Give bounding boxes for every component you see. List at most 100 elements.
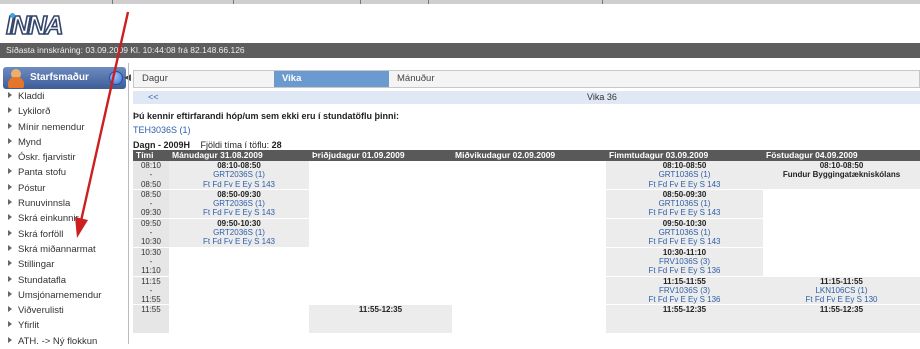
tab-dagur[interactable]: Dagur (134, 71, 274, 87)
class-cell: Fundur Byggingatækniskólans (763, 170, 920, 180)
slot-end: 11:55 (133, 295, 169, 305)
slot-dash: - (133, 256, 169, 267)
sidebar-item[interactable]: Skrá miðannarmat (6, 242, 128, 257)
sidebar-item[interactable]: Panta stofu (6, 165, 128, 180)
slot-start: 08:10 (133, 161, 169, 171)
empty-cell (309, 208, 452, 219)
tab-manudur[interactable]: Mánuður (389, 71, 529, 87)
class-cell: FRV1036S (3) (606, 256, 763, 267)
empty-cell (452, 179, 606, 190)
class-time: 10:30-11:10 (662, 247, 707, 257)
menu-bullet-icon (8, 260, 12, 267)
sidebar-item-label: Panta stofu (18, 167, 67, 179)
prev-week-link[interactable]: << (148, 91, 159, 104)
sidebar-item[interactable]: Póstur (6, 181, 128, 196)
empty-cell (763, 228, 920, 238)
empty-cell (452, 208, 606, 219)
class-group[interactable]: GRT2036S (1) (213, 199, 265, 208)
class-group[interactable]: Fundur Byggingatækniskólans (783, 170, 900, 179)
class-cell: GRT1036S (1) (606, 170, 763, 180)
sidebar-item[interactable]: Óskr. fjarvistir (6, 150, 128, 165)
sidebar-item-label: Umsjónarnemendur (18, 289, 102, 301)
sidebar-item[interactable]: Stillingar (6, 257, 128, 272)
column-header: Mánudagur 31.08.2009 (169, 150, 309, 161)
class-room[interactable]: Ft Fd Fv E Ey S 143 (203, 237, 275, 246)
slot-end: 08:50 (133, 179, 169, 190)
class-time: 11:15-11:55 (820, 276, 863, 286)
class-time: 08:10-08:50 (662, 161, 707, 170)
slot-dash: - (133, 170, 169, 180)
empty-cell (309, 285, 452, 296)
class-room[interactable]: Ft Fd Fv E Ey S 143 (648, 237, 720, 246)
class-group[interactable]: LKN106CS (1) (815, 286, 867, 295)
empty-cell (763, 217, 920, 229)
class-room[interactable]: Ft Fd Fv E Ey S 143 (203, 208, 275, 217)
sidebar-item[interactable]: Skrá einkunnir (6, 211, 128, 226)
sidebar-item[interactable]: Umsjónarnemendur (6, 288, 128, 303)
help-icon[interactable] (109, 71, 123, 85)
role-header[interactable]: Starfsmaður (3, 67, 126, 89)
app-logo[interactable]: INNA (5, 9, 64, 41)
schedule-table: Tími Mánudagur 31.08.2009 Þriðjudagur 01.0… (133, 150, 920, 334)
menu-bullet-icon (8, 275, 12, 282)
sidebar: Starfsmaður ◀ KladdiLykilorðMínir nemend… (0, 63, 131, 347)
sidebar-item[interactable]: ATH. -> Ný flokkun (6, 334, 128, 349)
menu-bullet-icon (8, 137, 12, 144)
sidebar-item-label: Runuvinnsla (18, 198, 71, 210)
sidebar-item[interactable]: Runuvinnsla (6, 196, 128, 211)
slot-dash: - (133, 228, 169, 238)
class-cell: 11:15-11:55 (606, 275, 763, 286)
sidebar-item[interactable]: Mynd (6, 135, 128, 150)
class-group[interactable]: FRV1036S (3) (659, 257, 710, 266)
sidebar-item-label: Skrá forföll (18, 228, 64, 240)
empty-cell (309, 275, 452, 286)
tab-vika[interactable]: Vika (274, 71, 389, 87)
class-room[interactable]: Ft Fd Fv E Ey S 136 (648, 295, 720, 304)
empty-cell (309, 295, 452, 305)
class-group[interactable]: GRT2036S (1) (213, 228, 265, 237)
empty-cell (309, 217, 452, 229)
class-time: 11:55-12:35 (358, 305, 403, 315)
empty-cell (309, 266, 452, 277)
term-summary: Dagn - 2009H Fjöldi tíma í töflu: 28 (133, 140, 282, 150)
empty-cell (452, 324, 606, 334)
last-login-bar: Síðasta innskráning: 03.09.2009 Kl. 10:4… (0, 43, 920, 58)
group-link[interactable]: TEH3036S (1) (133, 125, 191, 135)
class-group[interactable]: GRT1036S (1) (659, 199, 711, 208)
class-room[interactable]: Ft Fd Fv E Ey S 143 (203, 180, 275, 189)
class-cell: Ft Fd Fv E Ey S 143 (606, 179, 763, 190)
class-cell (763, 314, 920, 325)
sidebar-item[interactable]: Stundatafla (6, 273, 128, 288)
class-room[interactable]: Ft Fd Fv E Ey S 143 (648, 208, 720, 217)
class-group[interactable]: GRT1036S (1) (659, 228, 711, 237)
sidebar-item[interactable]: Mínir nemendur (6, 120, 128, 135)
empty-cell (309, 188, 452, 200)
sidebar-item[interactable]: Viðverulisti (6, 303, 128, 318)
empty-cell (452, 295, 606, 305)
class-cell (606, 314, 763, 325)
menu-bullet-icon (8, 244, 12, 251)
class-room[interactable]: Ft Fd Fv E Ey S 143 (648, 180, 720, 189)
class-group[interactable]: FRV1036S (3) (659, 286, 710, 295)
sidebar-item[interactable]: Kladdi (6, 89, 128, 104)
sidebar-item[interactable]: Yfirlit (6, 318, 128, 333)
class-group[interactable]: GRT2036S (1) (213, 170, 265, 179)
class-cell: Ft Fd Fv E Ey S 143 (606, 208, 763, 219)
class-room[interactable]: Ft Fd Fv E Ey S 136 (648, 266, 720, 275)
class-group[interactable]: GRT1036S (1) (659, 170, 711, 179)
empty-cell (452, 246, 606, 257)
column-header: Fimmtudagur 03.09.2009 (606, 150, 763, 161)
slot-dash: - (133, 199, 169, 209)
class-room[interactable]: Ft Fd Fv E Ey S 130 (805, 295, 877, 304)
sidebar-item[interactable]: Lykilorð (6, 104, 128, 119)
class-cell: 11:55-12:35 (309, 304, 452, 315)
empty-cell (763, 266, 920, 277)
menu-bullet-icon (8, 214, 12, 221)
class-cell (606, 324, 763, 334)
empty-cell (763, 188, 920, 200)
slot-end (133, 324, 169, 334)
column-header: Miðvikudagur 02.09.2009 (452, 150, 606, 161)
sidebar-item[interactable]: Skrá forföll (6, 227, 128, 242)
menu-bullet-icon (8, 168, 12, 175)
class-cell: 08:10-08:50 (606, 161, 763, 171)
